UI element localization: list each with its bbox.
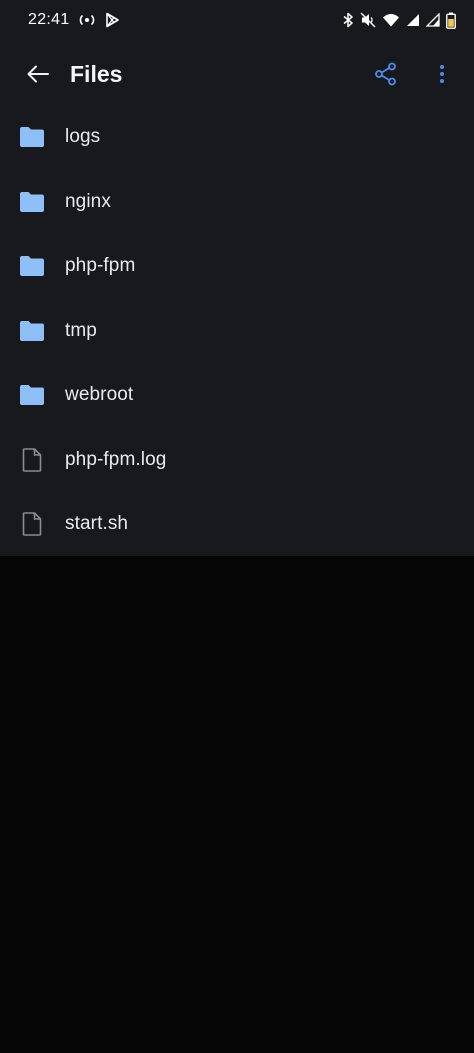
status-bar: 22:41 <box>0 0 474 40</box>
list-item-webroot[interactable]: webroot <box>0 363 474 428</box>
more-vertical-icon <box>440 65 444 83</box>
file-icon <box>19 512 45 537</box>
status-right <box>342 12 456 29</box>
mute-icon <box>360 12 376 28</box>
list-item-php-fpm[interactable]: php-fpm <box>0 234 474 299</box>
play-store-icon <box>104 12 120 28</box>
hotspot-icon <box>78 13 96 27</box>
file-icon <box>19 447 45 472</box>
page-title: Files <box>70 61 123 87</box>
folder-icon <box>19 126 45 148</box>
list-item-php-fpm-log[interactable]: php-fpm.log <box>0 428 474 493</box>
more-options-button[interactable] <box>428 58 456 90</box>
list-item-start-sh[interactable]: start.sh <box>0 492 474 557</box>
wifi-icon <box>382 13 400 27</box>
file-name: tmp <box>65 319 97 341</box>
app-bar: Files <box>0 40 474 108</box>
file-name: nginx <box>65 190 111 212</box>
signal-icon <box>406 13 420 27</box>
share-button[interactable] <box>370 58 402 90</box>
status-left: 22:41 <box>28 11 120 29</box>
list-item-nginx[interactable]: nginx <box>0 170 474 235</box>
arrow-left-icon <box>27 65 49 83</box>
app-surface: 22:41 Files logs nginx php-fpm tmp webro… <box>0 0 474 556</box>
folder-icon <box>19 320 45 342</box>
signal-icon-2 <box>426 13 440 27</box>
file-name: start.sh <box>65 513 129 535</box>
list-item-logs[interactable]: logs <box>0 105 474 170</box>
battery-icon <box>446 12 456 29</box>
folder-icon <box>19 191 45 213</box>
share-icon <box>375 62 396 86</box>
file-name: webroot <box>65 384 134 406</box>
back-button[interactable] <box>22 58 54 90</box>
list-item-tmp[interactable]: tmp <box>0 299 474 364</box>
folder-icon <box>19 255 45 277</box>
file-name: php-fpm <box>65 255 136 277</box>
file-list: logs nginx php-fpm tmp webroot php-fpm.l… <box>0 105 474 557</box>
file-name: php-fpm.log <box>65 448 167 470</box>
file-name: logs <box>65 126 101 148</box>
bluetooth-icon <box>342 12 354 28</box>
folder-icon <box>19 384 45 406</box>
status-time: 22:41 <box>28 11 70 28</box>
